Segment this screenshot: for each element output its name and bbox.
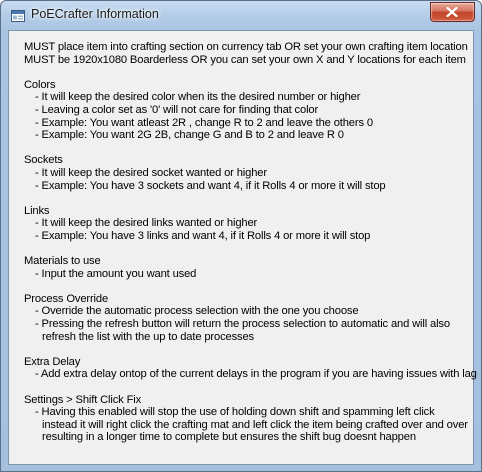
extra-delay-line: - Add extra delay ontop of the current d… [35,368,477,381]
process-override-line: - Pressing the refresh button will retur… [35,318,450,331]
window-title: PoECrafter Information [31,7,159,21]
materials-line: - Input the amount you want used [35,267,197,280]
sockets-line: - It will keep the desired socket wanted… [35,166,267,179]
close-icon [446,7,458,17]
colors-line: - Example: You want 2G 2B, change G and … [35,129,344,142]
info-panel: MUST place item into crafting section on… [8,30,477,465]
process-override-line: - Override the automatic process selecti… [35,305,359,318]
title-bar[interactable]: PoECrafter Information [1,1,481,31]
shift-click-line: resulting in a longer time to complete b… [42,431,416,444]
colors-line: - It will keep the desired color when it… [35,91,361,104]
materials-heading: Materials to use [24,255,101,268]
links-line: - Example: You have 3 links and want 4, … [35,229,371,242]
close-button[interactable] [430,2,475,22]
shift-click-heading: Settings > Shift Click Fix [24,393,142,406]
info-text: MUST place item into crafting section on… [24,41,477,444]
process-override-line: refresh the list with the up to date pro… [42,330,254,343]
info-window: PoECrafter Information MUST place item i… [0,0,482,472]
intro-line: MUST be 1920x1080 Boarderless OR you can… [24,53,466,66]
links-heading: Links [24,204,50,217]
sockets-line: - Example: You have 3 sockets and want 4… [35,179,386,192]
app-window-icon [11,9,25,22]
colors-line: - Leaving a color set as '0' will not ca… [35,103,319,116]
colors-line: - Example: You want atleast 2R , change … [35,116,373,129]
colors-heading: Colors [24,78,56,91]
sockets-heading: Sockets [24,154,63,167]
process-override-heading: Process Override [24,292,109,305]
extra-delay-heading: Extra Delay [24,355,81,368]
intro-line: MUST place item into crafting section on… [24,41,468,53]
links-line: - It will keep the desired links wanted … [35,217,258,230]
shift-click-line: instead it will right click the crafting… [42,418,468,431]
shift-click-line: - Having this enabled will stop the use … [35,406,435,419]
